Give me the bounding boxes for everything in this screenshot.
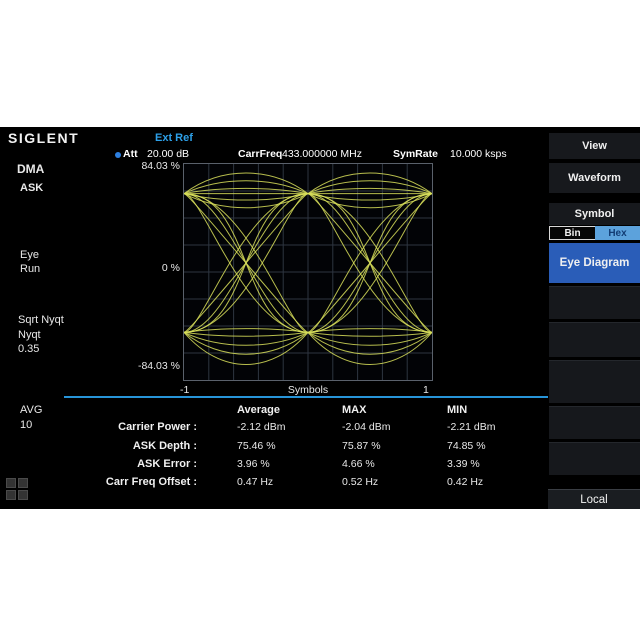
x-tick-right: 1 [423,384,429,396]
grid-square [18,490,28,500]
cell-carr-freq-offset-max: 0.52 Hz [342,476,379,488]
row-label-carrier-power: Carrier Power : [118,421,197,433]
symbol-format-hex-option[interactable]: Hex [595,226,640,240]
ext-ref-status: Ext Ref [155,132,193,144]
cell-carrier-power-min: -2.21 dBm [447,421,496,433]
cell-ask-depth-max: 75.87 % [342,440,381,452]
cell-carrier-power-avg: -2.12 dBm [237,421,286,433]
y-tick-top: 84.03 % [141,160,180,172]
local-button[interactable]: Local [548,489,640,509]
x-tick-left: -1 [180,384,190,396]
cell-carr-freq-offset-min: 0.42 Hz [447,476,484,488]
instrument-screen: SIGLENT Ext Ref Att 20.00 dB CarrFreq 43… [0,127,640,509]
cell-ask-depth-min: 74.85 % [447,440,486,452]
eye-diagram-traces [183,164,433,380]
row-label-ask-error: ASK Error : [137,458,197,470]
table-header-max: MAX [342,404,367,416]
att-value[interactable]: 20.00 dB [147,148,189,160]
symrate-label[interactable]: SymRate [393,148,438,160]
cell-ask-error-min: 3.39 % [447,458,480,470]
sidebar-view-label: Eye [20,249,39,261]
symbol-format-bin-option[interactable]: Bin [549,226,595,240]
menu-waveform-button[interactable]: Waveform [549,163,640,193]
y-tick-mid: 0 % [161,262,180,274]
cell-ask-error-avg: 3.96 % [237,458,270,470]
menu-empty-slot[interactable] [549,322,640,357]
row-label-carr-freq-offset: Carr Freq Offset : [105,476,197,488]
att-label[interactable]: Att [123,148,138,160]
grid-square [6,478,16,488]
menu-empty-slot[interactable] [549,286,640,319]
menu-view-button[interactable]: View [549,133,640,159]
grid-square [6,490,16,500]
att-auto-icon [115,152,121,158]
sidebar-filter-line1: Sqrt Nyqt [18,314,64,326]
separator-line [64,396,548,398]
carrfreq-value[interactable]: 433.000000 MHz [282,148,362,160]
sidebar-run-state: Run [20,263,41,275]
cell-carrier-power-max: -2.04 dBm [342,421,391,433]
menu-symbol-button[interactable]: Symbol [549,203,640,225]
symbol-format-toggle: Bin Hex [549,226,640,240]
grid-square [18,478,28,488]
sidebar-mode: DMA [17,162,45,176]
menu-eye-diagram-button[interactable]: Eye Diagram [549,243,640,283]
sidebar-avg-value: 10 [20,419,33,431]
sidebar-filter-value: 0.35 [18,343,40,355]
table-header-min: MIN [447,404,468,416]
brand-logo: SIGLENT [8,130,80,146]
sidebar-avg-label: AVG [20,404,43,416]
menu-empty-slot[interactable] [549,442,640,475]
cell-ask-error-max: 4.66 % [342,458,375,470]
cell-carr-freq-offset-avg: 0.47 Hz [237,476,274,488]
menu-empty-slot[interactable] [549,406,640,439]
cell-ask-depth-avg: 75.46 % [237,440,276,452]
x-axis-label: Symbols [287,384,329,396]
sidebar-filter-line2: Nyqt [18,329,41,341]
row-label-ask-depth: ASK Depth : [132,440,197,452]
symrate-value[interactable]: 10.000 ksps [450,148,507,160]
sidebar-modulation: ASK [20,182,44,194]
y-tick-bottom: -84.03 % [137,360,180,372]
table-header-average: Average [237,404,281,416]
eye-diagram-chart [183,163,433,381]
apps-grid-icon[interactable] [6,478,28,500]
menu-empty-slot[interactable] [549,360,640,403]
carrfreq-label[interactable]: CarrFreq [238,148,282,160]
